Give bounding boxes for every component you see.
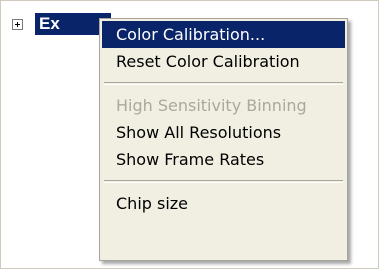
menu-item-show-frame-rates[interactable]: Show Frame Rates bbox=[102, 146, 345, 173]
menu-item-reset-color-calibration[interactable]: Reset Color Calibration bbox=[102, 48, 345, 75]
tree-expand-plus-icon[interactable] bbox=[12, 19, 23, 30]
plus-vertical-stroke bbox=[17, 22, 18, 27]
context-menu: Color Calibration... Reset Color Calibra… bbox=[99, 18, 348, 261]
menu-item-chip-size[interactable]: Chip size bbox=[102, 190, 345, 217]
menu-separator bbox=[104, 180, 343, 183]
menu-item-high-sensitivity-binning: High Sensitivity Binning bbox=[116, 96, 307, 115]
menu-separator bbox=[104, 82, 343, 85]
menu-item-color-calibration[interactable]: Color Calibration... bbox=[102, 21, 345, 48]
menu-item-show-all-resolutions[interactable]: Show All Resolutions bbox=[102, 119, 345, 146]
